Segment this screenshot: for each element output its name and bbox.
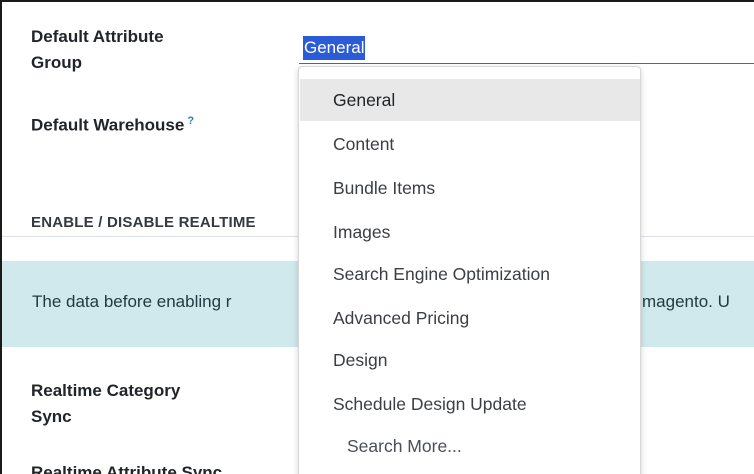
settings-form: Default Attribute Group General Default … xyxy=(0,0,754,474)
dropdown-option-bundle-items[interactable]: Bundle Items xyxy=(300,167,640,209)
realtime-category-sync-line1: Realtime Category xyxy=(31,381,181,400)
default-warehouse-label-text: Default Warehouse xyxy=(31,115,185,135)
dropdown-option-design[interactable]: Design xyxy=(300,339,640,381)
realtime-attribute-sync-label: Realtime Attribute Sync xyxy=(31,463,223,474)
default-warehouse-label: Default Warehouse? xyxy=(31,108,194,139)
section-title-realtime: ENABLE / DISABLE REALTIME xyxy=(31,214,256,231)
default-attribute-group-label-line1: Default Attribute xyxy=(31,27,164,46)
dropdown-search-more-link[interactable]: Search More... xyxy=(300,425,640,467)
default-attribute-group-input[interactable]: General xyxy=(299,34,754,64)
alert-text-left: The data before enabling r xyxy=(32,292,232,311)
realtime-category-sync-label: Realtime Category Sync xyxy=(31,378,180,430)
dropdown-option-general[interactable]: General xyxy=(300,79,640,121)
default-attribute-group-label-line2: Group xyxy=(31,53,82,72)
default-attribute-group-label: Default Attribute Group xyxy=(31,24,164,76)
realtime-category-sync-line2: Sync xyxy=(31,407,72,426)
dropdown-option-advanced-pricing[interactable]: Advanced Pricing xyxy=(300,297,640,339)
dropdown-option-search-engine-optimization[interactable]: Search Engine Optimization xyxy=(300,253,640,295)
default-attribute-group-value[interactable]: General xyxy=(303,36,366,60)
dropdown-option-images[interactable]: Images xyxy=(300,211,640,253)
dropdown-option-content[interactable]: Content xyxy=(300,123,640,165)
alert-text-right: magento. U xyxy=(642,292,730,311)
help-icon[interactable]: ? xyxy=(187,115,194,127)
attribute-group-dropdown[interactable]: General Content Bundle Items Images Sear… xyxy=(298,66,641,474)
dropdown-option-schedule-design-update[interactable]: Schedule Design Update xyxy=(300,383,640,425)
